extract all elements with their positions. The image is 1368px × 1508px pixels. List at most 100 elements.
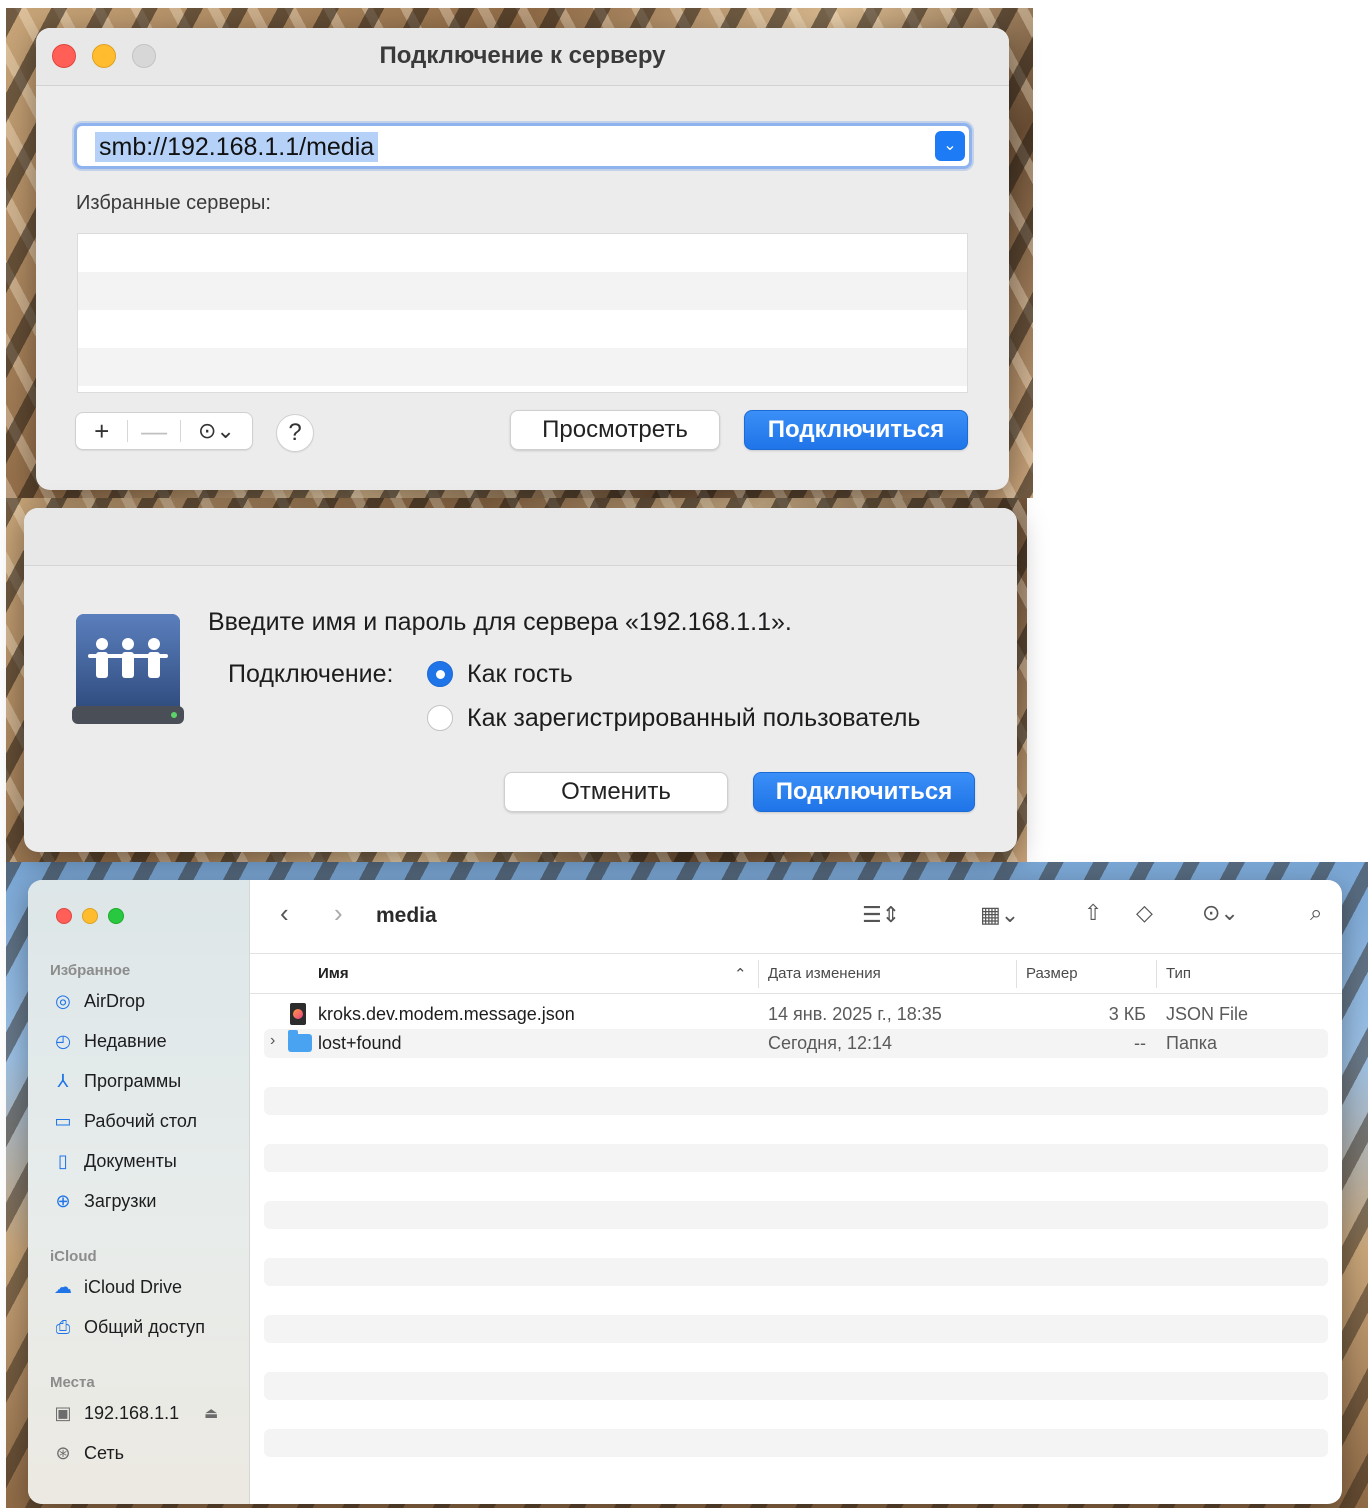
- sidebar-item-downloads[interactable]: ⊕ Загрузки: [52, 1188, 156, 1214]
- empty-row: [264, 1201, 1328, 1229]
- tag-icon[interactable]: ◇: [1136, 900, 1153, 926]
- favorite-servers-list[interactable]: [77, 233, 968, 393]
- shared-folder-icon: ⎙: [55, 1316, 71, 1337]
- file-name: kroks.dev.modem.message.json: [318, 1004, 575, 1024]
- file-kind: Папка: [1166, 1033, 1217, 1053]
- column-name[interactable]: Имя: [318, 965, 349, 982]
- server-address-text[interactable]: smb://192.168.1.1/media: [95, 132, 379, 162]
- column-modified[interactable]: Дата изменения: [768, 965, 881, 982]
- back-button[interactable]: ‹: [280, 898, 289, 929]
- sidebar-item-shared[interactable]: ⎙ Общий доступ: [52, 1314, 205, 1340]
- sort-ascending-icon: ⌃: [734, 966, 747, 983]
- sidebar-item-label: Недавние: [84, 1030, 167, 1051]
- cancel-button[interactable]: Отменить: [504, 772, 728, 812]
- empty-row: [264, 1258, 1328, 1286]
- divider: [758, 960, 759, 988]
- auth-message: Введите имя и пароль для сервера «192.16…: [208, 608, 792, 636]
- server-address-field[interactable]: smb://192.168.1.1/media ⌄: [74, 123, 972, 169]
- desktop-icon: ▭: [54, 1110, 72, 1131]
- group-icon[interactable]: ▦⌄: [980, 902, 1019, 928]
- empty-row: [264, 1429, 1328, 1457]
- empty-row: [264, 1144, 1328, 1172]
- guest-radio[interactable]: [427, 661, 453, 687]
- sidebar-item-label: AirDrop: [84, 990, 146, 1011]
- more-actions-icon[interactable]: ⊙⌄: [1202, 900, 1239, 926]
- sidebar: Избранное ◎ AirDrop ◴ Недавние ⅄ Програм…: [28, 880, 250, 1504]
- shared-server-icon: [72, 614, 184, 724]
- search-icon[interactable]: ⌕: [1310, 900, 1322, 926]
- zoom-button[interactable]: [108, 908, 124, 924]
- sidebar-item-label: iCloud Drive: [84, 1276, 183, 1297]
- remove-server-button[interactable]: —: [128, 414, 179, 448]
- empty-row: [264, 1315, 1328, 1343]
- sidebar-item-label: 192.168.1.1: [84, 1402, 180, 1423]
- list-view-icon[interactable]: ☰⇕: [862, 902, 900, 928]
- download-icon: ⊕: [55, 1190, 71, 1211]
- column-kind[interactable]: Тип: [1166, 965, 1191, 982]
- globe-icon: ⊛: [55, 1442, 71, 1463]
- favorites-toolbar: + — ⊙⌄: [75, 412, 253, 450]
- eject-icon[interactable]: ⏏: [204, 1404, 218, 1422]
- sidebar-item-label: Документы: [84, 1150, 177, 1171]
- file-browser: ‹ › media ☰⇕ ▦⌄ ⇧ ◇ ⊙⌄ ⌕ Имя ⌃ Дата изме…: [250, 880, 1342, 1504]
- chevron-right-icon[interactable]: ›: [270, 1032, 275, 1050]
- sidebar-section-favorites: Избранное: [50, 962, 131, 979]
- registered-user-radio[interactable]: [427, 705, 453, 731]
- sidebar-item-label: Программы: [84, 1070, 182, 1091]
- favorites-label: Избранные серверы:: [76, 192, 271, 214]
- list-item: [78, 348, 967, 386]
- sidebar-item-label: Общий доступ: [84, 1316, 205, 1337]
- sidebar-item-server[interactable]: ▣ 192.168.1.1: [52, 1400, 179, 1426]
- sidebar-item-desktop[interactable]: ▭ Рабочий стол: [52, 1108, 197, 1134]
- table-row[interactable]: › lost+found Сегодня, 12:14 -- Папка: [264, 1029, 1328, 1058]
- file-name: lost+found: [318, 1033, 402, 1053]
- connect-button[interactable]: Подключиться: [744, 410, 968, 450]
- share-icon[interactable]: ⇧: [1084, 900, 1102, 926]
- sidebar-item-network[interactable]: ⊛ Сеть: [52, 1440, 124, 1466]
- divider: [1156, 960, 1157, 988]
- sidebar-item-icloud-drive[interactable]: ☁ iCloud Drive: [52, 1274, 182, 1300]
- table-row[interactable]: kroks.dev.modem.message.json 14 янв. 202…: [264, 1000, 1328, 1029]
- guest-radio-label[interactable]: Как гость: [467, 660, 573, 689]
- cloud-icon: ☁: [54, 1276, 72, 1297]
- minimize-button[interactable]: [82, 908, 98, 924]
- title-bar: Подключение к серверу: [36, 28, 1009, 86]
- file-list: kroks.dev.modem.message.json 14 янв. 202…: [264, 1000, 1328, 1486]
- connect-button[interactable]: Подключиться: [753, 772, 975, 812]
- finder-toolbar: ‹ › media ☰⇕ ▦⌄ ⇧ ◇ ⊙⌄ ⌕: [250, 880, 1342, 954]
- sidebar-item-label: Загрузки: [84, 1190, 157, 1211]
- file-size: --: [1134, 1033, 1146, 1053]
- column-size[interactable]: Размер: [1026, 965, 1078, 982]
- close-button[interactable]: [56, 908, 72, 924]
- finder-window: Избранное ◎ AirDrop ◴ Недавние ⅄ Програм…: [28, 880, 1342, 1504]
- sidebar-item-documents[interactable]: ▯ Документы: [52, 1148, 177, 1174]
- file-size: 3 КБ: [1108, 1004, 1146, 1024]
- forward-button[interactable]: ›: [334, 898, 343, 929]
- history-dropdown-button[interactable]: ⌄: [935, 131, 965, 161]
- folder-icon: [288, 1030, 312, 1052]
- window-title: Подключение к серверу: [379, 42, 666, 69]
- help-button[interactable]: ?: [276, 414, 314, 452]
- empty-row: [264, 1372, 1328, 1400]
- browse-button[interactable]: Просмотреть: [510, 410, 720, 450]
- column-header: Имя ⌃ Дата изменения Размер Тип: [250, 954, 1342, 994]
- document-icon: ▯: [58, 1150, 68, 1171]
- registered-user-radio-label[interactable]: Как зарегистрированный пользователь: [467, 704, 920, 733]
- connect-to-server-window: Подключение к серверу smb://192.168.1.1/…: [36, 28, 1009, 490]
- sidebar-item-airdrop[interactable]: ◎ AirDrop: [52, 988, 145, 1014]
- window-controls: [56, 908, 124, 924]
- sidebar-item-label: Рабочий стол: [84, 1110, 197, 1131]
- title-bar: [24, 508, 1017, 566]
- apps-icon: ⅄: [57, 1070, 69, 1091]
- airdrop-icon: ◎: [55, 990, 71, 1011]
- divider: [1016, 960, 1017, 988]
- sidebar-item-recents[interactable]: ◴ Недавние: [52, 1028, 167, 1054]
- clock-icon: ◴: [55, 1030, 71, 1051]
- sidebar-section-icloud: iCloud: [50, 1248, 97, 1265]
- list-item: [78, 272, 967, 310]
- add-server-button[interactable]: +: [76, 414, 127, 448]
- sidebar-section-places: Места: [50, 1374, 95, 1391]
- sidebar-item-applications[interactable]: ⅄ Программы: [52, 1068, 182, 1094]
- more-options-button[interactable]: ⊙⌄: [181, 414, 252, 448]
